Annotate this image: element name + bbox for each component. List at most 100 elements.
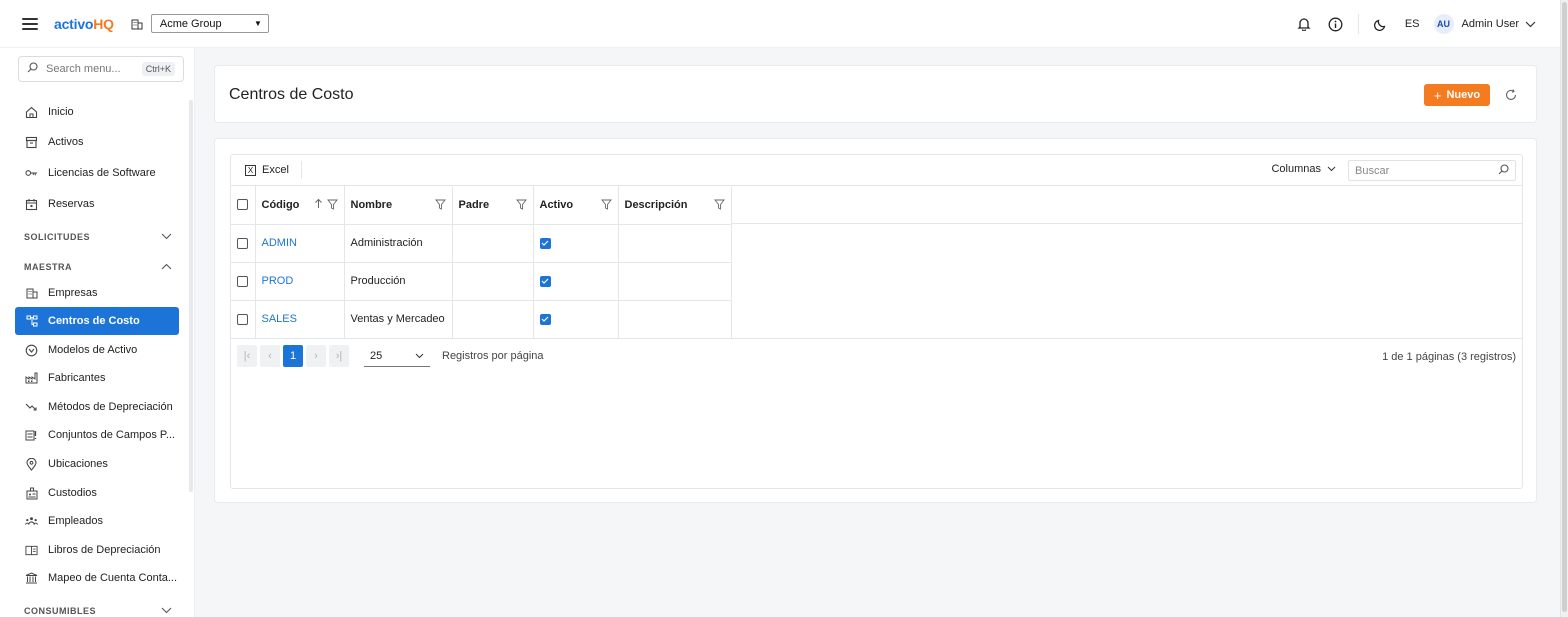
bank-icon: [25, 572, 38, 585]
sidebar-item-inicio[interactable]: Inicio: [15, 98, 179, 126]
sidebar-item-conjuntos-campos[interactable]: Conjuntos de Campos P...: [15, 421, 179, 449]
location-icon: [25, 457, 38, 471]
page-title: Centros de Costo: [229, 86, 354, 103]
filter-icon[interactable]: [515, 199, 527, 210]
section-consumibles[interactable]: CONSUMIBLES: [24, 606, 172, 616]
row-checkbox[interactable]: [237, 275, 248, 287]
select-all-checkbox[interactable]: [237, 199, 248, 211]
sidebar-item-reservas[interactable]: Reservas: [15, 190, 179, 218]
description-cell: [618, 224, 732, 263]
filter-icon[interactable]: [434, 199, 446, 210]
sidebar-item-fabricantes[interactable]: Fabricantes: [15, 364, 179, 392]
export-excel-button[interactable]: X Excel: [245, 161, 302, 179]
chevron-down-icon[interactable]: [1525, 17, 1536, 31]
sidebar-item-custodios[interactable]: Custodios: [15, 479, 179, 507]
row-checkbox[interactable]: [237, 237, 248, 249]
sidebar-item-centros-de-costo[interactable]: Centros de Costo: [15, 307, 179, 335]
columns-button[interactable]: Columnas: [1271, 163, 1336, 175]
grid-search-input[interactable]: Buscar: [1348, 160, 1516, 181]
grid-card: X Excel Columnas Buscar Código Nombre Pa…: [214, 138, 1537, 503]
pagination: |‹ ‹ 1 › ›| 25 Registros por página: [237, 345, 544, 367]
rows-filler: [731, 224, 1522, 339]
code-link[interactable]: ADMIN: [262, 237, 297, 249]
sidebar-item-ubicaciones[interactable]: Ubicaciones: [15, 450, 179, 478]
app-logo[interactable]: activoHQ: [54, 16, 114, 32]
trend-down-icon: [25, 401, 38, 414]
prev-page-button[interactable]: ‹: [260, 345, 280, 367]
chevron-down-icon: [1327, 163, 1336, 175]
search-icon: [27, 62, 38, 76]
section-maestra[interactable]: MAESTRA: [24, 262, 172, 272]
column-header-codigo[interactable]: Código: [255, 186, 345, 225]
new-button[interactable]: + Nuevo: [1424, 84, 1490, 106]
cost-centers-table: Código Nombre Padre Activo Descripción A…: [231, 186, 732, 339]
menu-toggle-icon[interactable]: [22, 15, 38, 33]
page-size-label: Registros por página: [442, 350, 544, 362]
archive-icon: [25, 136, 38, 149]
info-icon[interactable]: [1326, 14, 1346, 34]
avatar[interactable]: AU: [1433, 14, 1454, 34]
sidebar: Search menu... Ctrl+K Inicio Activos Lic…: [0, 48, 195, 617]
shortcut-badge: Ctrl+K: [141, 62, 175, 76]
code-link[interactable]: SALES: [262, 313, 297, 325]
custodian-icon: [25, 487, 38, 500]
user-name[interactable]: Admin User: [1462, 18, 1519, 30]
sidebar-item-metodos-depreciacion[interactable]: Métodos de Depreciación: [15, 393, 179, 421]
building-icon: [25, 287, 38, 300]
sidebar-item-activos[interactable]: Activos: [15, 128, 179, 156]
model-icon: [25, 344, 38, 357]
key-icon: [25, 167, 38, 180]
company-select[interactable]: Acme Group ▼: [150, 14, 269, 33]
code-link[interactable]: PROD: [262, 275, 294, 287]
row-select-cell: [231, 300, 256, 339]
language-switch[interactable]: ES: [1405, 18, 1420, 30]
column-header-nombre[interactable]: Nombre: [344, 186, 453, 225]
section-solicitudes[interactable]: SOLICITUDES: [24, 232, 172, 242]
table-row[interactable]: ADMIN Administración: [231, 224, 732, 263]
bell-icon[interactable]: [1294, 14, 1314, 34]
filter-icon[interactable]: [326, 199, 338, 210]
first-page-button[interactable]: |‹: [237, 345, 257, 367]
description-cell: [618, 300, 732, 339]
sidebar-item-mapeo-cuenta[interactable]: Mapeo de Cuenta Conta...: [15, 564, 179, 592]
sidebar-item-empleados[interactable]: Empleados: [15, 507, 179, 535]
divider: [1357, 14, 1359, 34]
chevron-up-icon: [161, 262, 172, 272]
calendar-icon: [25, 198, 38, 211]
row-checkbox[interactable]: [237, 313, 248, 325]
column-header-padre[interactable]: Padre: [452, 186, 534, 225]
filter-icon[interactable]: [600, 199, 612, 210]
page-scrollbar[interactable]: [1560, 0, 1568, 617]
sidebar-item-modelos[interactable]: Modelos de Activo: [15, 336, 179, 364]
sidebar-scrollbar[interactable]: [189, 100, 193, 492]
name-cell: Administración: [344, 224, 453, 263]
parent-cell: [452, 262, 534, 301]
sort-asc-icon[interactable]: [314, 198, 323, 212]
name-cell: Producción: [344, 262, 453, 301]
table-row[interactable]: SALES Ventas y Mercadeo: [231, 300, 732, 339]
sidebar-item-licencias[interactable]: Licencias de Software: [15, 159, 179, 187]
sidebar-item-libros-depreciacion[interactable]: Libros de Depreciación: [15, 536, 179, 564]
refresh-icon[interactable]: [1504, 88, 1518, 102]
table-row[interactable]: PROD Producción: [231, 262, 732, 301]
active-cell: [533, 224, 619, 263]
data-grid: X Excel Columnas Buscar Código Nombre Pa…: [230, 154, 1523, 489]
hierarchy-icon: [25, 315, 38, 328]
page-size-select[interactable]: 25: [364, 345, 430, 367]
last-page-button[interactable]: ›|: [329, 345, 349, 367]
sidebar-item-empresas[interactable]: Empresas: [15, 279, 179, 307]
menu-search-input[interactable]: Search menu... Ctrl+K: [18, 56, 184, 82]
excel-icon: X: [245, 164, 256, 176]
filter-icon[interactable]: [713, 199, 725, 210]
column-header-activo[interactable]: Activo: [533, 186, 619, 225]
active-cell: [533, 300, 619, 339]
active-checkbox: [539, 275, 551, 287]
page-number-button[interactable]: 1: [283, 345, 303, 367]
header-filler: [731, 186, 1522, 224]
parent-cell: [452, 300, 534, 339]
fields-icon: [25, 429, 38, 442]
table-header-row: Código Nombre Padre Activo Descripción: [231, 186, 732, 225]
moon-icon[interactable]: [1371, 14, 1391, 34]
next-page-button[interactable]: ›: [306, 345, 326, 367]
column-header-descripcion[interactable]: Descripción: [618, 186, 732, 225]
